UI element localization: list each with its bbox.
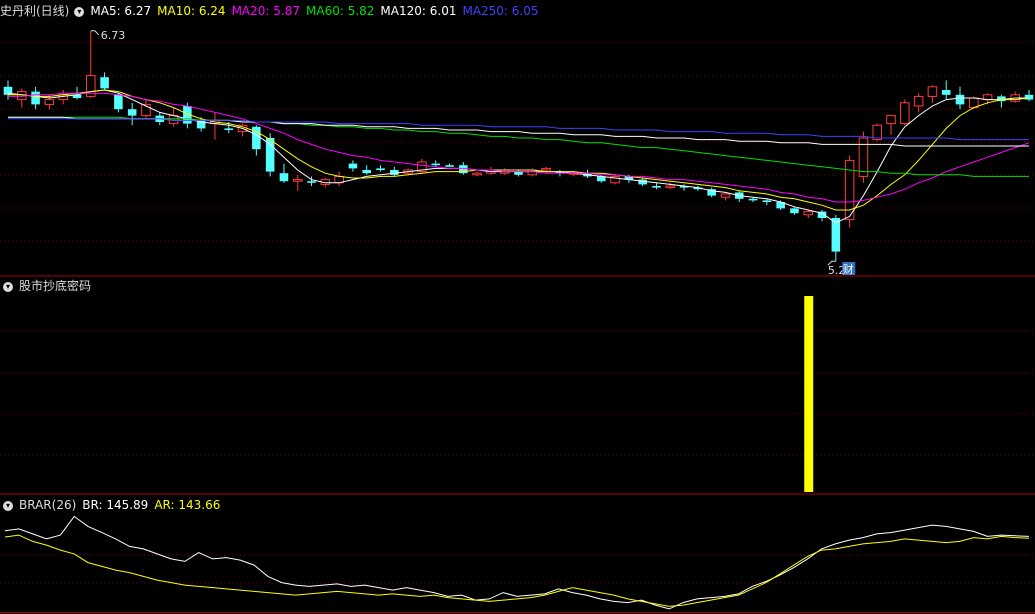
candle xyxy=(114,93,123,113)
candle-body xyxy=(858,137,869,177)
candle xyxy=(348,160,358,172)
high-price-label: 6.73 xyxy=(101,29,126,42)
candle-body xyxy=(803,211,814,216)
candle-body xyxy=(31,91,40,105)
candle-body xyxy=(886,115,896,125)
candle xyxy=(86,30,96,98)
candle xyxy=(652,182,661,190)
high-marker xyxy=(90,30,100,36)
candle-body xyxy=(927,86,938,97)
candle-body xyxy=(748,198,758,201)
candle-body xyxy=(376,168,385,170)
candle xyxy=(541,166,551,174)
ma120-label: MA120: 6.01 xyxy=(380,4,457,18)
signal-bar xyxy=(804,296,814,492)
candle xyxy=(472,171,482,177)
candle-body xyxy=(665,185,676,189)
candle-body xyxy=(44,99,55,105)
candle xyxy=(913,93,924,113)
candle xyxy=(941,80,951,100)
candle xyxy=(997,94,1006,108)
candle xyxy=(141,99,151,119)
candle xyxy=(514,170,523,177)
ma5-label: MA5: 6.27 xyxy=(90,4,152,18)
candle-body xyxy=(224,128,234,130)
candle xyxy=(445,163,454,167)
event-marker-label: 财 xyxy=(843,262,854,276)
candle xyxy=(44,94,55,110)
candle xyxy=(1024,90,1034,102)
brar-line-br xyxy=(4,515,1030,610)
candle-body xyxy=(445,165,454,167)
ma10-label: MA10: 6.24 xyxy=(157,4,226,18)
candle-body xyxy=(955,94,965,105)
main-legend: 史丹利(日线) ▾ MA5: 6.27 MA10: 6.24 MA20: 5.87 MA6… xyxy=(0,3,545,19)
candle-body xyxy=(472,172,482,176)
ma60-label: MA60: 5.82 xyxy=(306,4,375,18)
candle-body xyxy=(720,193,731,198)
candle-body xyxy=(114,94,123,110)
ma20-label: MA20: 5.87 xyxy=(231,4,300,18)
candle xyxy=(210,112,220,140)
candle-body xyxy=(941,90,951,95)
candle xyxy=(127,102,137,126)
candle xyxy=(927,85,938,103)
brar-circle-icon[interactable]: ▾ xyxy=(3,500,13,511)
candle-body xyxy=(790,208,799,214)
candle xyxy=(1010,91,1020,103)
ar-value-label: AR: 143.66 xyxy=(154,498,221,512)
candle xyxy=(279,163,289,183)
candle xyxy=(610,174,620,185)
ma-line-ma5 xyxy=(7,89,1029,224)
candle-body xyxy=(900,102,910,125)
candle xyxy=(390,166,399,177)
candle xyxy=(168,107,179,127)
candle xyxy=(707,187,716,198)
ma-line-ma10 xyxy=(8,89,1030,211)
stock-title[interactable]: 史丹利(日线) xyxy=(0,4,69,18)
brar-legend: ▾ BRAR(26) BR: 145.89 AR: 143.66 xyxy=(0,497,226,513)
candle xyxy=(17,88,27,108)
candle xyxy=(376,165,385,172)
candle-body xyxy=(127,109,137,116)
candle-body xyxy=(652,186,661,188)
candle-body xyxy=(913,95,924,107)
candle xyxy=(872,123,883,142)
candle xyxy=(252,125,261,156)
candle-body xyxy=(100,77,109,89)
candle xyxy=(362,165,372,175)
candle xyxy=(292,174,303,191)
brar-title[interactable]: BRAR(26) xyxy=(19,498,76,512)
ma250-label: MA250: 6.05 xyxy=(462,4,539,18)
candle-body xyxy=(762,200,772,202)
chart-canvas: 6.735.29财 xyxy=(0,29,1035,613)
indicator-circle-icon[interactable]: ▾ xyxy=(3,281,13,292)
candle-body xyxy=(307,181,316,183)
candle-body xyxy=(1024,94,1034,100)
candle-body xyxy=(362,170,372,174)
indicator-legend: ▾ 股市抄底密码 xyxy=(0,278,97,294)
ma-line-ma20 xyxy=(8,92,1030,203)
candle xyxy=(858,131,869,183)
candle-body xyxy=(348,163,358,169)
candle xyxy=(100,72,109,90)
candle-body xyxy=(292,179,303,182)
candle-body xyxy=(279,173,289,182)
candle xyxy=(334,171,344,186)
br-value-label: BR: 145.89 xyxy=(82,498,149,512)
candle xyxy=(900,99,910,126)
candle xyxy=(31,86,40,110)
candle-body xyxy=(541,167,551,171)
candle xyxy=(886,115,896,135)
candle-body xyxy=(265,138,275,172)
candle xyxy=(431,160,440,167)
settings-circle-icon[interactable]: ▾ xyxy=(74,6,85,17)
candle xyxy=(720,192,731,201)
brar-line-ar xyxy=(4,534,1030,607)
candle-body xyxy=(431,163,440,166)
indicator-title[interactable]: 股市抄底密码 xyxy=(19,279,91,293)
